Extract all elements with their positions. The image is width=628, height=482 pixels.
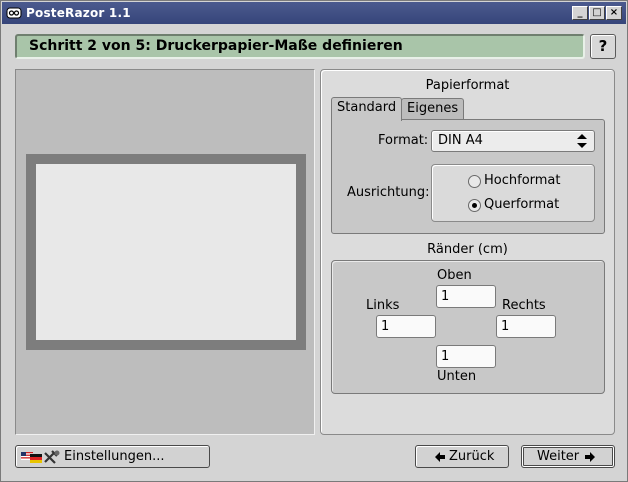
step-title: Schritt 2 von 5: Druckerpapier-Maße defi…: [29, 38, 403, 54]
title-bar[interactable]: PosteRazor 1.1 _ □ ×: [2, 2, 626, 24]
app-window: PosteRazor 1.1 _ □ × Schritt 2 von 5: Dr…: [0, 0, 628, 482]
arrow-right-icon: [585, 452, 595, 462]
format-label: Format:: [378, 133, 429, 148]
maximize-button[interactable]: □: [589, 6, 605, 20]
paper-preview-panel: [15, 69, 315, 435]
radio-querformat-label: Querformat: [484, 197, 560, 212]
format-select[interactable]: DIN A4: [431, 130, 595, 152]
margin-right-input[interactable]: [496, 315, 556, 338]
tab-standard[interactable]: Standard: [331, 97, 403, 121]
margin-right-label: Rechts: [502, 298, 546, 313]
orientation-group: Hochformat Querformat: [431, 164, 595, 222]
flags-tools-icon: [21, 450, 60, 464]
margin-bottom-input[interactable]: [436, 345, 496, 368]
margin-left-input[interactable]: [376, 315, 436, 338]
select-arrows-icon: [577, 134, 587, 148]
radio-unchecked-icon: [468, 175, 481, 188]
format-select-value: DIN A4: [438, 133, 483, 148]
tab-standard-content: Format: DIN A4 Ausrichtung: Hochformat Q…: [331, 119, 605, 234]
tab-eigenes-label: Eigenes: [407, 101, 459, 116]
paper-format-title: Papierformat: [425, 78, 510, 93]
arrow-left-icon: [435, 452, 445, 462]
back-button-label: Zurück: [449, 449, 495, 464]
help-icon: ?: [598, 37, 608, 55]
paper-preview-border: [26, 154, 306, 350]
minimize-button[interactable]: _: [572, 6, 588, 20]
tab-eigenes[interactable]: Eigenes: [401, 98, 465, 120]
settings-button-label: Einstellungen...: [64, 449, 165, 464]
close-button[interactable]: ×: [606, 6, 622, 20]
next-button[interactable]: Weiter: [521, 445, 615, 468]
margin-top-label: Oben: [437, 268, 472, 283]
orientation-label: Ausrichtung:: [347, 185, 430, 200]
back-button[interactable]: Zurück: [415, 445, 509, 468]
minimize-icon: _: [577, 7, 583, 18]
margins-group: Oben Links Rechts Unten: [331, 260, 605, 394]
margin-bottom-label: Unten: [437, 369, 477, 384]
window-title: PosteRazor 1.1: [26, 6, 131, 20]
margin-left-label: Links: [366, 298, 400, 313]
margins-title: Ränder (cm): [427, 242, 508, 257]
step-header: Schritt 2 von 5: Druckerpapier-Maße defi…: [15, 34, 585, 59]
settings-button[interactable]: Einstellungen...: [15, 445, 210, 468]
tab-standard-label: Standard: [337, 100, 397, 115]
app-razor-icon: [6, 7, 22, 19]
margin-top-input[interactable]: [436, 285, 496, 308]
radio-checked-icon: [468, 199, 481, 212]
close-icon: ×: [609, 7, 619, 18]
paper-preview-sheet: [36, 164, 296, 340]
maximize-icon: □: [592, 7, 602, 18]
help-button[interactable]: ?: [590, 34, 616, 59]
next-button-label: Weiter: [537, 449, 580, 464]
radio-hochformat-label: Hochformat: [484, 173, 561, 188]
settings-panel: Papierformat Standard Eigenes Format: DI…: [320, 69, 615, 435]
